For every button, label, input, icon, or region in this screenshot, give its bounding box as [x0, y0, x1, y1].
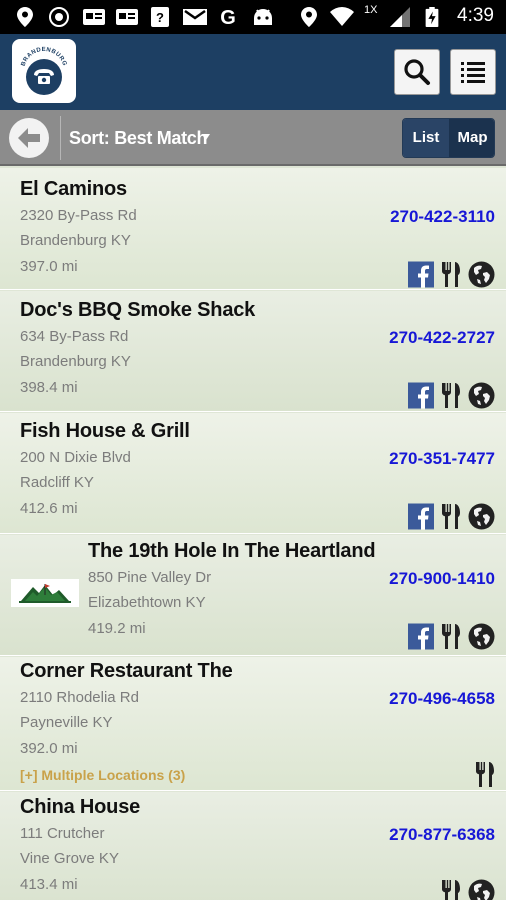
business-city: Vine Grove KY	[20, 850, 119, 867]
shield-icon	[49, 7, 69, 27]
business-city: Brandenburg KY	[20, 232, 131, 249]
business-distance: 412.6 mi	[20, 500, 78, 517]
back-button[interactable]	[9, 118, 49, 158]
action-icons	[474, 761, 496, 788]
business-thumbnail[interactable]	[11, 579, 79, 607]
globe-icon[interactable]	[468, 382, 495, 409]
business-distance: 398.4 mi	[20, 379, 78, 396]
search-button[interactable]	[394, 49, 440, 95]
divider	[60, 116, 61, 160]
signal-icon	[390, 7, 410, 27]
restaurant-icon[interactable]	[440, 879, 462, 900]
app-header: BRANDENBURG	[0, 34, 506, 110]
business-name[interactable]: El Caminos	[20, 178, 127, 201]
svg-text:?: ?	[156, 10, 164, 25]
globe-icon[interactable]	[468, 879, 495, 900]
list-item[interactable]: Doc's BBQ Smoke Shack 634 By-Pass Rd Bra…	[0, 291, 506, 412]
location-icon	[301, 7, 317, 27]
list-item[interactable]: Corner Restaurant The 2110 Rhodelia Rd P…	[0, 657, 506, 791]
business-name[interactable]: Fish House & Grill	[20, 420, 190, 443]
business-distance: 397.0 mi	[20, 258, 78, 275]
back-arrow-icon	[18, 128, 40, 148]
business-city: Radcliff KY	[20, 474, 94, 491]
battery-charging-icon	[425, 7, 439, 27]
location-icon	[17, 7, 33, 27]
svg-text:G: G	[220, 7, 236, 27]
business-city: Payneville KY	[20, 714, 113, 731]
globe-icon[interactable]	[468, 261, 495, 288]
facebook-icon[interactable]	[408, 503, 434, 530]
tab-map[interactable]: Map	[449, 119, 494, 157]
chevron-down-icon	[202, 134, 210, 140]
app-logo[interactable]: BRANDENBURG	[12, 39, 76, 103]
card-icon	[116, 9, 138, 25]
business-address: 634 By-Pass Rd	[20, 328, 129, 345]
restaurant-icon[interactable]	[440, 382, 462, 409]
action-icons	[408, 503, 496, 530]
business-city: Elizabethtown KY	[88, 594, 206, 611]
list-item[interactable]: The 19th Hole In The Heartland 850 Pine …	[0, 535, 506, 656]
list-item[interactable]: Fish House & Grill 200 N Dixie Blvd Radc…	[0, 413, 506, 534]
sort-bar: Sort: Best Match List Map	[0, 110, 506, 166]
phone-link[interactable]: 270-496-4658	[389, 689, 495, 709]
business-name[interactable]: Doc's BBQ Smoke Shack	[20, 299, 255, 322]
question-icon: ?	[151, 7, 169, 27]
menu-button[interactable]	[450, 49, 496, 95]
globe-icon[interactable]	[468, 503, 495, 530]
results-list: El Caminos 2320 By-Pass Rd Brandenburg K…	[0, 168, 506, 900]
restaurant-icon[interactable]	[474, 761, 496, 788]
view-toggle: List Map	[402, 118, 495, 158]
restaurant-icon[interactable]	[440, 503, 462, 530]
android-icon	[254, 9, 272, 25]
telephone-icon: BRANDENBURG	[21, 47, 67, 95]
phone-link[interactable]: 270-422-2727	[389, 328, 495, 348]
globe-icon[interactable]	[468, 623, 495, 650]
mail-icon	[183, 9, 207, 25]
action-icons	[408, 382, 496, 409]
golf-logo-image	[19, 584, 71, 603]
action-icons	[408, 623, 496, 650]
business-address: 200 N Dixie Blvd	[20, 449, 131, 466]
restaurant-icon[interactable]	[440, 261, 462, 288]
business-distance: 419.2 mi	[88, 620, 146, 637]
business-address: 850 Pine Valley Dr	[88, 569, 212, 586]
business-city: Brandenburg KY	[20, 353, 131, 370]
business-name[interactable]: Corner Restaurant The	[20, 660, 233, 683]
card-icon	[83, 9, 105, 25]
phone-link[interactable]: 270-422-3110	[390, 207, 495, 227]
restaurant-icon[interactable]	[440, 623, 462, 650]
facebook-icon[interactable]	[408, 623, 434, 650]
business-address: 2320 By-Pass Rd	[20, 207, 137, 224]
business-name[interactable]: The 19th Hole In The Heartland	[88, 540, 376, 563]
facebook-icon[interactable]	[408, 382, 434, 409]
list-item[interactable]: El Caminos 2320 By-Pass Rd Brandenburg K…	[0, 168, 506, 290]
business-distance: 413.4 mi	[20, 876, 78, 893]
action-icons	[440, 879, 496, 900]
action-icons	[408, 261, 496, 288]
status-bar: ? G 1X 4:39	[0, 0, 506, 34]
sort-dropdown[interactable]: Sort: Best Match	[69, 128, 208, 149]
business-name[interactable]: China House	[20, 796, 140, 819]
business-distance: 392.0 mi	[20, 740, 78, 757]
business-address: 111 Crutcher	[20, 825, 105, 842]
list-item[interactable]: China House 111 Crutcher Vine Grove KY 4…	[0, 792, 506, 900]
multiple-locations-link[interactable]: [+] Multiple Locations (3)	[20, 767, 185, 783]
g-icon: G	[220, 7, 236, 27]
search-icon	[404, 59, 430, 85]
business-address: 2110 Rhodelia Rd	[20, 689, 139, 706]
wifi-icon	[330, 7, 354, 27]
network-type-label: 1X	[364, 4, 378, 16]
phone-link[interactable]: 270-900-1410	[389, 569, 495, 589]
phone-link[interactable]: 270-351-7477	[389, 449, 495, 469]
tab-list[interactable]: List	[403, 119, 449, 157]
list-icon	[461, 62, 485, 83]
facebook-icon[interactable]	[408, 261, 434, 288]
clock: 4:39	[457, 5, 494, 26]
phone-link[interactable]: 270-877-6368	[389, 825, 495, 845]
